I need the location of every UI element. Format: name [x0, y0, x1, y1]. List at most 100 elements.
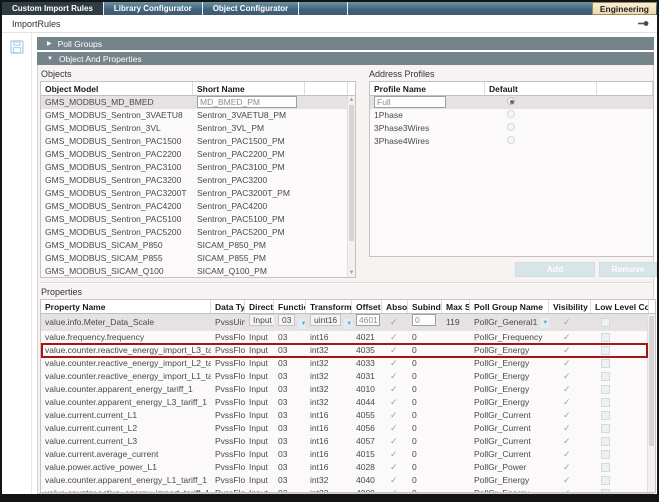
poll-group-dropdown-icon[interactable]: ▼ [540, 318, 549, 328]
column-header[interactable] [597, 82, 653, 95]
scroll-up-icon[interactable]: ▲ [348, 96, 355, 104]
column-header[interactable]: Object Model [41, 82, 193, 95]
object-row[interactable]: GMS_MODBUS_Sentron_PAC5100Sentron_PAC510… [41, 213, 355, 226]
transformation-input[interactable]: uint16 [310, 314, 341, 326]
column-header[interactable]: Function [274, 300, 306, 313]
default-radio[interactable] [507, 123, 515, 131]
property-row[interactable]: value.current.current_L3PvssFloaInput03i… [41, 435, 655, 448]
object-row[interactable]: GMS_MODBUS_Sentron_PAC3200TSentron_PAC32… [41, 187, 355, 200]
save-icon[interactable] [2, 40, 31, 54]
property-row[interactable]: value.current.average_currentPvssFloaInp… [41, 448, 655, 461]
profile-row[interactable]: 3Phase4Wires [370, 135, 653, 148]
section-header-poll-groups[interactable]: ▶ Poll Groups [37, 37, 654, 50]
object-row[interactable]: GMS_MODBUS_Sentron_PAC3100Sentron_PAC310… [41, 161, 355, 174]
absolute-check-icon[interactable]: ✓ [390, 423, 398, 433]
visibility-check-icon[interactable]: ✓ [563, 462, 571, 472]
add-button[interactable]: Add [515, 262, 595, 277]
function-input[interactable]: 03 [278, 314, 295, 326]
absolute-check-icon[interactable]: ✓ [390, 488, 398, 493]
visibility-check-icon[interactable]: ✓ [563, 384, 571, 394]
object-row[interactable]: GMS_MODBUS_Sentron_3VLSentron_3VL_PM [41, 122, 355, 135]
absolute-check-icon[interactable]: ✓ [390, 358, 398, 368]
scrollbar-thumb[interactable] [349, 105, 354, 241]
object-row[interactable]: GMS_MODBUS_Sentron_PAC2200Sentron_PAC220… [41, 148, 355, 161]
absolute-check-icon[interactable]: ✓ [390, 475, 398, 485]
default-radio[interactable] [507, 136, 515, 144]
absolute-check-icon[interactable]: ✓ [390, 410, 398, 420]
visibility-check-icon[interactable]: ✓ [563, 410, 571, 420]
column-header[interactable] [305, 82, 348, 95]
low-level-comp-checkbox[interactable] [601, 424, 610, 433]
low-level-comp-checkbox[interactable] [601, 359, 610, 368]
visibility-check-icon[interactable]: ✓ [563, 449, 571, 459]
low-level-comp-checkbox[interactable] [601, 450, 610, 459]
absolute-check-icon[interactable]: ✓ [390, 397, 398, 407]
column-header[interactable]: Property Name [41, 300, 211, 313]
visibility-check-icon[interactable]: ✓ [563, 358, 571, 368]
column-header[interactable]: Directio [245, 300, 274, 313]
visibility-check-icon[interactable]: ✓ [563, 332, 571, 342]
object-row[interactable]: GMS_MODBUS_MD_BMEDMD_BMED_PM [41, 96, 355, 109]
pin-icon[interactable] [638, 20, 649, 27]
object-row[interactable]: GMS_MODBUS_Sentron_PAC1500Sentron_PAC150… [41, 135, 355, 148]
property-row[interactable]: value.counter.apparent_energy_L3_tariff_… [41, 396, 655, 409]
low-level-comp-checkbox[interactable] [601, 333, 610, 342]
tab-object-configurator[interactable]: Object Configurator [203, 2, 300, 15]
low-level-comp-checkbox[interactable] [601, 398, 610, 407]
column-header[interactable]: Max S [442, 300, 470, 313]
function-dropdown-icon[interactable]: ▼ [298, 319, 306, 329]
column-header[interactable]: Default [485, 82, 597, 95]
low-level-comp-checkbox[interactable] [601, 463, 610, 472]
property-row[interactable]: value.counter.apparent_energy_tariff_1Pv… [41, 383, 655, 396]
direction-input[interactable]: Input [249, 314, 274, 326]
property-row[interactable]: value.counter.reactive_energy_import_L3_… [41, 344, 655, 357]
absolute-check-icon[interactable]: ✓ [390, 371, 398, 381]
object-row[interactable]: GMS_MODBUS_Sentron_3VAETU8Sentron_3VAETU… [41, 109, 355, 122]
column-header[interactable]: Short Name [193, 82, 305, 95]
transformation-dropdown-icon[interactable]: ▼ [344, 319, 352, 329]
property-row[interactable]: value.power.active_power_L1PvssFloaInput… [41, 461, 655, 474]
visibility-check-icon[interactable]: ✓ [563, 397, 571, 407]
subindex-input[interactable]: 0 [412, 314, 436, 326]
default-radio[interactable] [507, 97, 515, 105]
absolute-check-icon[interactable]: ✓ [390, 384, 398, 394]
object-row[interactable]: GMS_MODBUS_Sentron_PAC5200Sentron_PAC520… [41, 226, 355, 239]
profile-name-input[interactable]: Full [374, 96, 446, 108]
object-row[interactable]: GMS_MODBUS_Sentron_PAC4200Sentron_PAC420… [41, 200, 355, 213]
low-level-comp-checkbox[interactable] [601, 385, 610, 394]
default-radio[interactable] [507, 110, 515, 118]
property-row[interactable]: value.counter.apparent_energy_L1_tariff_… [41, 474, 655, 487]
column-header[interactable]: Visibility [549, 300, 591, 313]
object-row[interactable]: GMS_MODBUS_SICAM_Q100SICAM_Q100_PM [41, 265, 355, 278]
property-row[interactable]: value.counter.reactive_energy_import_L1_… [41, 370, 655, 383]
tab-custom-import-rules[interactable]: Custom Import Rules [2, 2, 104, 15]
visibility-check-icon[interactable]: ✓ [563, 488, 571, 493]
visibility-check-icon[interactable]: ✓ [563, 345, 571, 355]
profile-row[interactable]: 1Phase [370, 109, 653, 122]
low-level-comp-checkbox[interactable] [601, 372, 610, 381]
absolute-check-icon[interactable]: ✓ [390, 449, 398, 459]
column-header[interactable]: Transforma [306, 300, 352, 313]
visibility-check-icon[interactable]: ✓ [563, 475, 571, 485]
scroll-down-icon[interactable]: ▼ [348, 269, 355, 277]
column-header[interactable]: Low Level Comp [591, 300, 649, 313]
visibility-check-icon[interactable]: ✓ [563, 436, 571, 446]
low-level-comp-checkbox[interactable] [601, 411, 610, 420]
visibility-check-icon[interactable]: ✓ [563, 371, 571, 381]
column-header[interactable]: Profile Name [370, 82, 485, 95]
section-header-object-and-properties[interactable]: ▼ Object And Properties [37, 52, 654, 65]
remove-button[interactable]: Remove [599, 262, 657, 277]
visibility-check-icon[interactable]: ✓ [563, 423, 571, 433]
absolute-check-icon[interactable]: ✓ [390, 345, 398, 355]
low-level-comp-checkbox[interactable] [601, 318, 610, 327]
object-row[interactable]: GMS_MODBUS_SICAM_P855SICAM_P855_PM [41, 252, 355, 265]
column-header[interactable]: Absolu [382, 300, 408, 313]
absolute-check-icon[interactable]: ✓ [390, 436, 398, 446]
property-row[interactable]: value.current.current_L1PvssFloaInput03i… [41, 409, 655, 422]
object-row[interactable]: GMS_MODBUS_SICAM_P850SICAM_P850_PM [41, 239, 355, 252]
property-row[interactable]: value.current.current_L2PvssFloaInput03i… [41, 422, 655, 435]
short-name-input[interactable]: MD_BMED_PM [197, 96, 297, 108]
column-header[interactable]: Poll Group Name [470, 300, 549, 313]
object-row[interactable]: GMS_MODBUS_Sentron_PAC3200Sentron_PAC320… [41, 174, 355, 187]
absolute-check-icon[interactable]: ✓ [390, 317, 398, 327]
